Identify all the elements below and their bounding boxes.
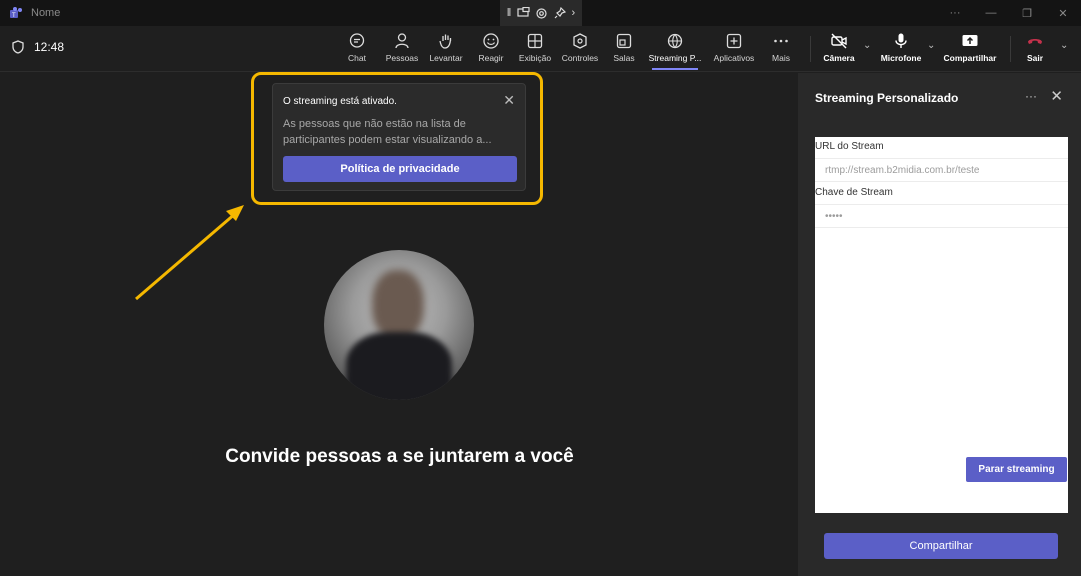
title-center-controls: ‖ › xyxy=(500,0,582,26)
microphone-icon xyxy=(895,33,907,48)
maximize-icon[interactable]: ❐ xyxy=(1009,0,1045,26)
apps-button[interactable]: Aplicativos xyxy=(709,32,759,63)
leave-options-chevron-icon[interactable]: ⌄ xyxy=(1060,40,1068,51)
shield-icon xyxy=(12,40,24,54)
leave-button[interactable]: Sair xyxy=(1010,32,1060,63)
raise-hand-icon xyxy=(439,34,452,49)
title-bar: T Nome ‖ › ··· — ❐ ✕ xyxy=(0,0,1081,26)
panel-title: Streaming Personalizado xyxy=(815,91,959,105)
meeting-time: 12:48 xyxy=(34,40,65,54)
share-screen-icon xyxy=(962,35,978,46)
raise-hand-label: Levantar xyxy=(429,53,463,63)
apps-icon xyxy=(726,33,742,49)
annotation-arrow xyxy=(135,205,244,301)
panel-more-icon[interactable]: ··· xyxy=(1025,89,1037,103)
more-icon xyxy=(774,39,788,43)
react-button[interactable]: Reagir xyxy=(466,32,516,63)
chat-icon xyxy=(349,33,365,48)
microphone-options-chevron-icon[interactable]: ⌄ xyxy=(927,40,935,51)
camera-options-chevron-icon[interactable]: ⌄ xyxy=(863,40,871,51)
teams-logo-icon: T xyxy=(10,7,22,19)
privacy-policy-button[interactable]: Política de privacidade xyxy=(283,156,517,182)
stream-url-field[interactable]: rtmp://stream.b2midia.com.br/teste xyxy=(815,158,1068,182)
svg-text:T: T xyxy=(12,13,16,19)
minimize-icon[interactable]: — xyxy=(973,0,1009,26)
streaming-label: Streaming P... xyxy=(648,53,702,63)
camera-off-icon xyxy=(831,33,847,49)
stream-key-label: Chave de Stream xyxy=(815,187,893,198)
raise-hand-button[interactable]: Levantar xyxy=(421,32,471,63)
controls-label: Controles xyxy=(561,53,599,63)
stream-key-field[interactable]: ••••• xyxy=(815,204,1068,228)
window-controls: ··· — ❐ ✕ xyxy=(937,0,1081,26)
view-label: Exibição xyxy=(518,53,552,63)
streaming-notice-popup: O streaming está ativado. ✕ As pessoas q… xyxy=(272,83,526,191)
chat-button[interactable]: Chat xyxy=(332,32,382,63)
invite-message: Convide pessoas a se juntarem a você xyxy=(225,446,574,467)
popup-body: As pessoas que não estão na lista de par… xyxy=(283,118,492,146)
microphone-button[interactable]: Microfone xyxy=(876,32,926,63)
toolbar-divider xyxy=(810,36,811,62)
screen-share-icon[interactable] xyxy=(517,7,530,19)
popup-close-icon[interactable]: ✕ xyxy=(503,92,515,109)
rooms-label: Salas xyxy=(613,53,635,63)
camera-button[interactable]: Câmera xyxy=(814,32,864,63)
meeting-info: 12:48 xyxy=(12,40,64,54)
camera-label: Câmera xyxy=(823,53,855,63)
more-label: Mais xyxy=(772,53,790,63)
app-identity: T Nome xyxy=(0,7,60,19)
app-title: Nome xyxy=(31,7,61,19)
stop-streaming-button[interactable]: Parar streaming xyxy=(966,457,1067,482)
more-options-icon[interactable]: ··· xyxy=(937,0,973,26)
view-icon xyxy=(527,33,543,49)
rooms-icon xyxy=(616,33,632,49)
controls-icon xyxy=(573,33,587,49)
share-screen-button[interactable]: Compartilhar xyxy=(942,32,998,63)
rooms-button[interactable]: Salas xyxy=(599,32,649,63)
chat-label: Chat xyxy=(348,53,366,63)
streaming-settings-form: URL do Stream rtmp://stream.b2midia.com.… xyxy=(815,137,1068,513)
people-button[interactable]: Pessoas xyxy=(377,32,427,63)
hang-up-icon xyxy=(1028,39,1042,44)
people-label: Pessoas xyxy=(385,53,419,63)
react-icon xyxy=(483,33,499,49)
avatar xyxy=(324,250,474,400)
chevron-right-icon[interactable]: › xyxy=(572,7,576,19)
streaming-side-panel: Streaming Personalizado ··· ✕ URL do Str… xyxy=(798,73,1081,576)
panel-header: Streaming Personalizado ··· ✕ xyxy=(798,73,1081,121)
microphone-label: Microfone xyxy=(880,53,922,63)
meeting-toolbar: 12:48 Chat Pessoas Levantar Reagir Exibi… xyxy=(0,26,1081,72)
meeting-stage: O streaming está ativado. ✕ As pessoas q… xyxy=(0,72,798,576)
controls-button[interactable]: Controles xyxy=(555,32,605,63)
gear-icon[interactable] xyxy=(535,7,548,20)
panel-close-icon[interactable]: ✕ xyxy=(1050,87,1063,105)
more-button[interactable]: Mais xyxy=(756,32,806,63)
share-screen-label: Compartilhar xyxy=(943,53,997,63)
stream-url-label: URL do Stream xyxy=(815,141,884,152)
people-icon xyxy=(395,33,409,49)
leave-label: Sair xyxy=(1026,53,1044,63)
streaming-button[interactable]: Streaming P... xyxy=(648,32,702,70)
streaming-icon xyxy=(667,33,683,49)
view-button[interactable]: Exibição xyxy=(510,32,560,63)
share-button[interactable]: Compartilhar xyxy=(824,533,1058,559)
pin-icon[interactable] xyxy=(554,7,566,19)
pause-icon[interactable]: ‖ xyxy=(507,7,512,19)
close-window-icon[interactable]: ✕ xyxy=(1045,0,1081,26)
react-label: Reagir xyxy=(478,53,504,63)
apps-label: Aplicativos xyxy=(713,53,755,63)
popup-title: O streaming está ativado. xyxy=(283,96,397,107)
